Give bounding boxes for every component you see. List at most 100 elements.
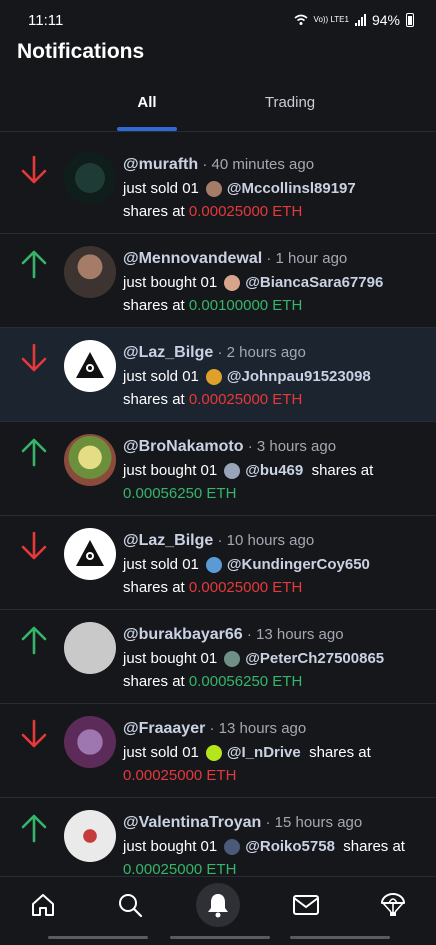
tab-bar: All Trading: [0, 80, 436, 132]
avatar[interactable]: [64, 152, 116, 204]
notification-item[interactable]: @Mennovandewal · 1 hour ago just bought …: [0, 234, 436, 328]
nav-notifications[interactable]: [196, 883, 240, 927]
target-handle[interactable]: @bu469: [245, 462, 303, 479]
system-gesture-bar: [0, 934, 436, 945]
target-handle[interactable]: @PeterCh27500865: [245, 650, 384, 667]
search-icon: [119, 894, 143, 918]
price: 0.00025000 ETH: [188, 203, 303, 220]
action-text: just sold 01: [123, 744, 199, 761]
target-avatar: [224, 462, 241, 479]
avatar[interactable]: [64, 622, 116, 674]
user-handle[interactable]: @Laz_Bilge: [123, 532, 213, 549]
timestamp: · 40 minutes ago: [202, 156, 315, 173]
action-text: just bought 01: [123, 650, 218, 667]
shares-label: shares at: [311, 462, 374, 479]
status-icons: Vo)) LTE1 94%: [294, 12, 414, 28]
mail-icon: [293, 895, 319, 915]
battery-percent: 94%: [371, 12, 400, 28]
home-icon: [32, 894, 54, 916]
notification-item[interactable]: @burakbayar66 · 13 hours ago just bought…: [0, 610, 436, 704]
user-handle[interactable]: @murafth: [123, 156, 198, 173]
battery-icon: [406, 13, 414, 27]
timestamp: · 3 hours ago: [247, 438, 337, 455]
timestamp: · 13 hours ago: [246, 626, 344, 643]
price: 0.00025000 ETH: [123, 767, 237, 784]
bell-icon: [208, 894, 228, 918]
bottom-nav: [0, 876, 436, 930]
target-avatar: [224, 838, 241, 855]
timestamp: · 15 hours ago: [265, 814, 363, 831]
notification-item[interactable]: @murafth · 40 minutes ago just sold 01 @M…: [0, 140, 436, 234]
arrow-up-icon: [21, 626, 47, 655]
timestamp: · 10 hours ago: [217, 532, 315, 549]
target-handle[interactable]: @Mccollinsl89197: [227, 180, 356, 197]
avatar[interactable]: [64, 528, 116, 580]
user-handle[interactable]: @burakbayar66: [123, 626, 243, 643]
user-handle[interactable]: @BroNakamoto: [123, 438, 244, 455]
action-text: just sold 01: [123, 368, 199, 385]
tab-all[interactable]: All: [117, 94, 177, 111]
notification-item[interactable]: @Laz_Bilge · 10 hours ago just sold 01 @K…: [0, 516, 436, 610]
user-handle[interactable]: @ValentinaTroyan: [123, 814, 261, 831]
avatar[interactable]: [64, 434, 116, 486]
target-avatar: [224, 274, 241, 291]
target-handle[interactable]: @KundingerCoy650: [227, 556, 370, 573]
arrow-down-icon: [21, 155, 47, 184]
nav-messages[interactable]: [284, 883, 328, 927]
nav-home[interactable]: [21, 883, 65, 927]
target-handle[interactable]: @Johnpau91523098: [227, 368, 371, 385]
shares-label: shares at: [123, 297, 185, 314]
action-text: just bought 01: [123, 838, 218, 855]
arrow-down-icon: [21, 719, 47, 748]
user-handle[interactable]: @Fraaayer: [123, 720, 205, 737]
price: 0.00025000 ETH: [188, 579, 303, 596]
action-text: just sold 01: [123, 180, 199, 197]
price: 0.00025000 ETH: [123, 861, 237, 876]
arrow-up-icon: [21, 814, 47, 843]
user-handle[interactable]: @Mennovandewal: [123, 250, 262, 267]
shares-label: shares at: [123, 673, 185, 690]
avatar[interactable]: [64, 716, 116, 768]
target-handle[interactable]: @BiancaSara67796: [245, 274, 383, 291]
arrow-down-icon: [21, 531, 47, 560]
shares-label: shares at: [123, 391, 185, 408]
action-text: just bought 01: [123, 274, 218, 291]
network-label: Vo)) LTE1: [313, 15, 349, 24]
target-avatar: [205, 368, 222, 385]
notification-item[interactable]: @Laz_Bilge · 2 hours ago just sold 01 @Jo…: [0, 328, 436, 422]
tab-trading[interactable]: Trading: [252, 94, 328, 111]
avatar[interactable]: [64, 246, 116, 298]
nav-search[interactable]: [108, 883, 152, 927]
price: 0.00056250 ETH: [123, 485, 237, 502]
nav-airdrop[interactable]: [371, 883, 415, 927]
user-handle[interactable]: @Laz_Bilge: [123, 344, 213, 361]
arrow-up-icon: [21, 438, 47, 467]
active-tab-indicator: [117, 127, 177, 131]
status-time: 11:11: [28, 11, 64, 29]
price: 0.00025000 ETH: [188, 391, 303, 408]
page-title: Notifications: [17, 40, 145, 63]
target-handle[interactable]: @I_nDrive: [227, 744, 301, 761]
action-text: just bought 01: [123, 462, 218, 479]
timestamp: · 1 hour ago: [266, 250, 348, 267]
shares-label: shares at: [343, 838, 405, 855]
target-handle[interactable]: @Roiko5758: [245, 838, 335, 855]
notification-item[interactable]: @Fraaayer · 13 hours ago just sold 01 @I_…: [0, 704, 436, 798]
shares-label: shares at: [123, 203, 185, 220]
price: 0.00100000 ETH: [188, 297, 303, 314]
signal-icon: [354, 14, 366, 26]
notification-item[interactable]: @BroNakamoto · 3 hours ago just bought 0…: [0, 422, 436, 516]
avatar[interactable]: [64, 810, 116, 862]
notification-item[interactable]: @ValentinaTroyan · 15 hours ago just bou…: [0, 798, 436, 876]
notification-list[interactable]: @murafth · 40 minutes ago just sold 01 @M…: [0, 140, 436, 876]
arrow-down-icon: [21, 343, 47, 372]
status-bar: 11:11 Vo)) LTE1 94%: [0, 0, 436, 40]
avatar[interactable]: [64, 340, 116, 392]
target-avatar: [224, 650, 241, 667]
target-avatar: [205, 180, 222, 197]
wifi-icon: [294, 14, 308, 25]
target-avatar: [205, 556, 222, 573]
price: 0.00056250 ETH: [188, 673, 303, 690]
shares-label: shares at: [309, 744, 371, 761]
action-text: just sold 01: [123, 556, 199, 573]
